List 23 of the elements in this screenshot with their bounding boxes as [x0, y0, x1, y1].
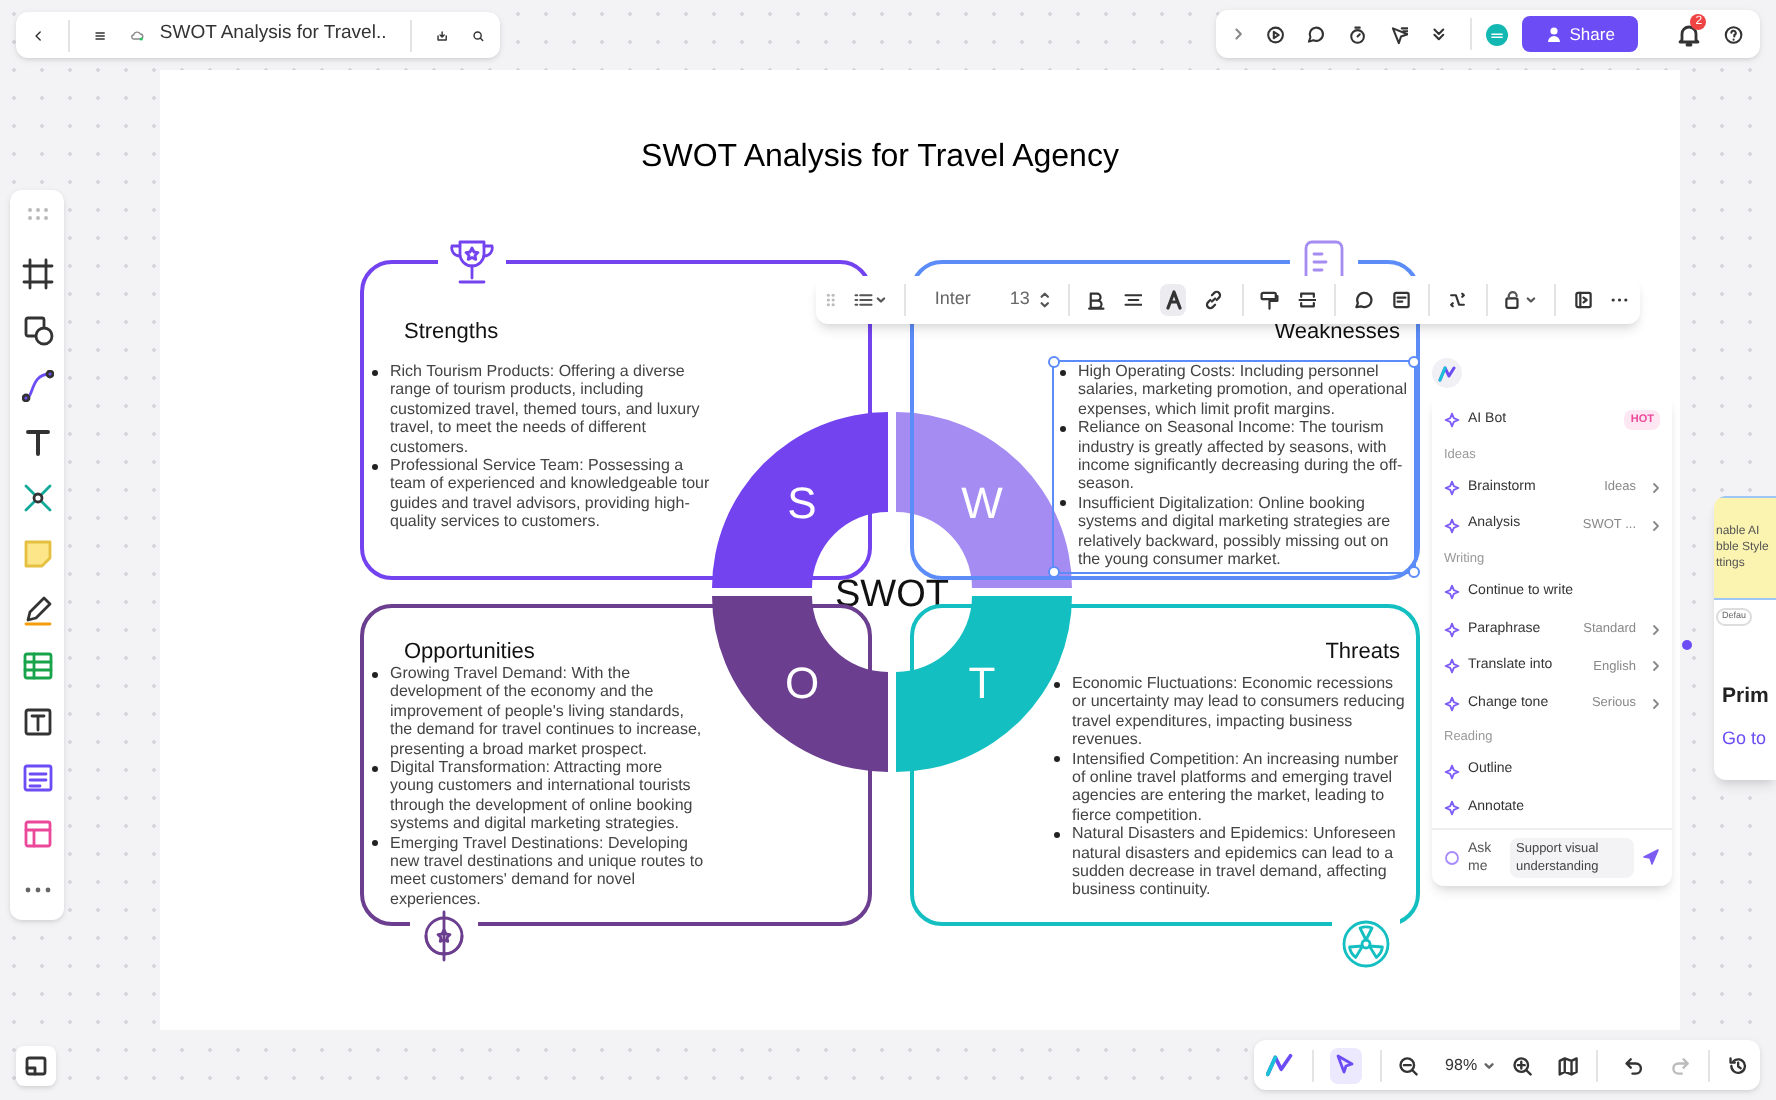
quadrant-heading: Strengths: [404, 318, 499, 348]
quadrant-letter: O: [784, 658, 820, 708]
bullet-text: Insufficient Digitalization: Online booking systems and digital marketing strategies are relatively backward, possibly missing out on the young consumer market.: [1078, 493, 1393, 569]
quadrant-letter: S: [787, 478, 817, 528]
quadrant-heading: Weaknesses: [1274, 318, 1400, 348]
bullet-text: Rich Tourism Products: Offering a diverse range of tourism products, including customized travel, themed tours, and luxury travel, to meet the needs of different customers.: [390, 362, 702, 457]
bullet-text: Growing Travel Demand: With the development of the economy and the improvement of people's living standards, the demand for travel continues to increase, presenting a broad market prospect.: [390, 664, 704, 759]
bullet-text: Intensified Competition: An increasing number of online travel platforms and emerging travel agencies are entering the market, leading to fierce competition.: [1072, 749, 1401, 825]
bullet-text: Digital Transformation: Attracting more young customers and international tourists through the development of online booking systems and digital marketing strategies.: [390, 758, 695, 834]
quadrant-heading: Threats: [1325, 638, 1400, 668]
bullet-text: Economic Fluctuations: Economic recessions or uncertainty may lead to consumers reducing travel expenditures, impacting business revenues.: [1072, 674, 1407, 750]
quadrant-heading: Opportunities: [404, 638, 535, 666]
document-title: SWOT Analysis for Travel..: [159, 20, 387, 49]
wheel-label: SWOT: [835, 574, 949, 616]
card-title: Prim: [1722, 681, 1771, 712]
bullet-text: Reliance on Seasonal Income: The tourism industry is greatly affected by seasons, with income significantly decreasing during the off-season.: [1078, 418, 1405, 494]
bullet-text: High Operating Costs: Including personnel salaries, marketing promotion, and operational expenses, which limit profit margins.: [1078, 362, 1410, 419]
diagram-title: SWOT Analysis for Travel Agency: [639, 138, 1121, 178]
bullet-text: Emerging Travel Destinations: Developing new travel destinations and unique routes to meet customers' demand for novel experiences.: [390, 833, 706, 909]
quadrant-letter: W: [961, 478, 1003, 528]
bullet-text: Professional Service Team: Possessing a team of experienced and knowledgeable tour guides and travel advisors, providing high-quality services to customers.: [390, 456, 712, 532]
quadrant-letter: T: [968, 658, 996, 708]
bullet-text: Natural Disasters and Epidemics: Unforeseen natural disasters and epidemics can lead to a sudden decrease in travel demand, affecting business continuity.: [1072, 824, 1398, 900]
